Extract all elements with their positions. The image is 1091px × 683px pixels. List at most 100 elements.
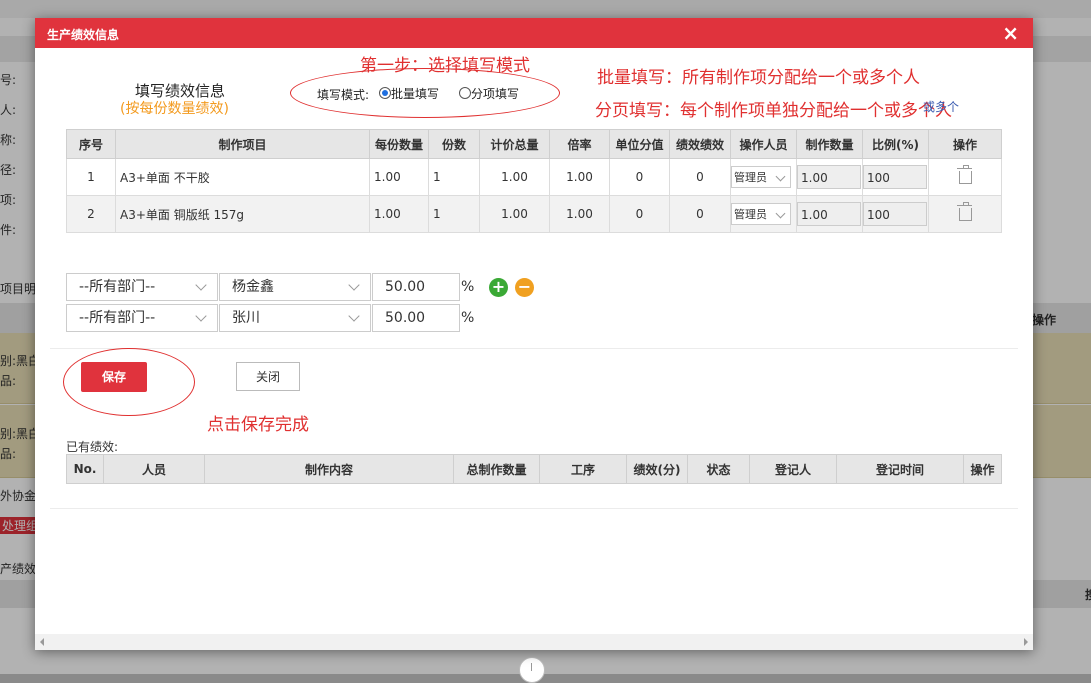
column-header: 人员 (103, 454, 205, 484)
close-icon[interactable]: × (1002, 21, 1019, 45)
column-header: 工序 (539, 454, 627, 484)
chevron-down-icon (348, 279, 360, 291)
cell-copies: 1 (428, 158, 480, 196)
column-header: 份数 (428, 129, 480, 159)
add-icon[interactable]: + (489, 278, 508, 297)
percent-input[interactable]: 50.00 (372, 304, 460, 332)
cell-rate: 1.00 (549, 158, 610, 196)
cell-no: 1 (66, 158, 116, 196)
department-select[interactable]: --所有部门-- (66, 304, 218, 332)
column-header: 制作项目 (115, 129, 370, 159)
cell-action (928, 158, 1002, 196)
column-header: 操作人员 (730, 129, 797, 159)
existing-table: No. 人员 制作内容 总制作数量 工序 绩效(分) 状态 登记人 登记时间 操… (66, 454, 1002, 484)
bottom-circle-icon[interactable] (519, 657, 545, 683)
cell-operator: 管理员 (730, 158, 797, 196)
mode-option-per-item[interactable]: 分项填写 (459, 85, 519, 102)
cell-rate: 1.00 (549, 195, 610, 233)
column-header: 单位分值 (609, 129, 670, 159)
remove-icon[interactable]: − (515, 278, 534, 297)
annotation-overlap: 或多个 (923, 100, 960, 114)
column-header: 总制作数量 (453, 454, 540, 484)
cell-total: 1.00 (479, 158, 550, 196)
dialog-title: 生产绩效信息 (47, 28, 120, 42)
mode-option-label: 分项填写 (471, 87, 520, 101)
cell-perf: 0 (669, 195, 731, 233)
scroll-right-icon[interactable] (1024, 638, 1028, 646)
cell-operator: 管理员 (730, 195, 797, 233)
cell-per-qty: 1.00 (369, 195, 429, 233)
performance-dialog: 生产绩效信息 × 填写绩效信息 (按每份数量绩效) 填写模式: 批量填写 分项填… (35, 18, 1033, 650)
cell-unit-score: 0 (609, 158, 670, 196)
percent-unit: % (461, 279, 475, 295)
column-header: 状态 (687, 454, 750, 484)
cell-make-qty: 1.00 (796, 195, 863, 233)
operator-select[interactable]: 管理员 (731, 166, 791, 188)
radio-checked-icon[interactable] (379, 87, 391, 99)
column-header: 制作内容 (204, 454, 454, 484)
items-table-header: 序号 制作项目 每份数量 份数 计价总量 倍率 单位分值 绩效绩效 操作人员 制… (66, 129, 1002, 159)
column-header: 绩效绩效 (669, 129, 731, 159)
percent-input[interactable]: 50.00 (372, 273, 460, 301)
column-header: 登记时间 (836, 454, 964, 484)
department-select-value: --所有部门-- (79, 279, 156, 295)
make-qty-input[interactable]: 1.00 (797, 165, 861, 189)
column-header: 比例(%) (862, 129, 929, 159)
cell-per-qty: 1.00 (369, 158, 429, 196)
make-qty-input[interactable]: 1.00 (797, 202, 861, 226)
cell-item: A3+单面 铜版纸 157g (115, 195, 370, 233)
cell-ratio: 100 (862, 195, 929, 233)
operator-select[interactable]: 管理员 (731, 203, 791, 225)
cell-no: 2 (66, 195, 116, 233)
mode-option-label: 批量填写 (391, 87, 440, 101)
cell-unit-score: 0 (609, 195, 670, 233)
trash-icon[interactable] (956, 202, 972, 221)
chevron-down-icon (348, 310, 360, 322)
column-header: 倍率 (549, 129, 610, 159)
save-button[interactable]: 保存 (81, 362, 147, 392)
percent-unit: % (461, 310, 475, 326)
scroll-left-icon[interactable] (40, 638, 44, 646)
ratio-input[interactable]: 100 (863, 165, 927, 189)
mode-option-batch[interactable]: 批量填写 (379, 85, 439, 102)
existing-table-header: No. 人员 制作内容 总制作数量 工序 绩效(分) 状态 登记人 登记时间 操… (66, 454, 1002, 484)
trash-icon[interactable] (956, 165, 972, 184)
cell-make-qty: 1.00 (796, 158, 863, 196)
divider (50, 348, 1018, 349)
table-row: 2 A3+单面 铜版纸 157g 1.00 1 1.00 1.00 0 0 管理… (66, 195, 1002, 233)
chevron-down-icon (195, 279, 207, 291)
annotation-batch: 批量填写：所有制作项分配给一个或多个人 (597, 68, 920, 88)
column-header: 操作 (963, 454, 1002, 484)
column-header: 绩效(分) (626, 454, 688, 484)
cell-perf: 0 (669, 158, 731, 196)
person-select[interactable]: 杨金鑫 (219, 273, 371, 301)
person-select[interactable]: 张川 (219, 304, 371, 332)
column-header: 计价总量 (479, 129, 550, 159)
cell-copies: 1 (428, 195, 480, 233)
column-header: 登记人 (749, 454, 837, 484)
department-select-value: --所有部门-- (79, 310, 156, 326)
annotation-step1: 第一步：选择填写模式 (360, 56, 530, 76)
dialog-header: 生产绩效信息 × (35, 18, 1033, 48)
divider (50, 508, 1018, 509)
mode-label: 填写模式: (317, 88, 370, 102)
column-header: No. (66, 454, 104, 484)
ratio-input[interactable]: 100 (863, 202, 927, 226)
cell-action (928, 195, 1002, 233)
person-select-value: 张川 (232, 310, 260, 326)
column-header: 每份数量 (369, 129, 429, 159)
items-table: 序号 制作项目 每份数量 份数 计价总量 倍率 单位分值 绩效绩效 操作人员 制… (66, 129, 1002, 233)
department-select[interactable]: --所有部门-- (66, 273, 218, 301)
column-header: 操作 (928, 129, 1002, 159)
section-subtitle: (按每份数量绩效) (120, 101, 229, 117)
person-select-value: 杨金鑫 (232, 279, 274, 295)
cell-ratio: 100 (862, 158, 929, 196)
cell-total: 1.00 (479, 195, 550, 233)
table-row: 1 A3+单面 不干胶 1.00 1 1.00 1.00 0 0 管理员 1.0… (66, 158, 1002, 196)
annotation-per-item: 分页填写：每个制作项单独分配给一个或多个人 (595, 101, 952, 121)
radio-unchecked-icon[interactable] (459, 87, 471, 99)
chevron-down-icon (195, 310, 207, 322)
close-button[interactable]: 关闭 (236, 362, 300, 391)
column-header: 序号 (66, 129, 116, 159)
horizontal-scrollbar[interactable] (35, 634, 1033, 650)
